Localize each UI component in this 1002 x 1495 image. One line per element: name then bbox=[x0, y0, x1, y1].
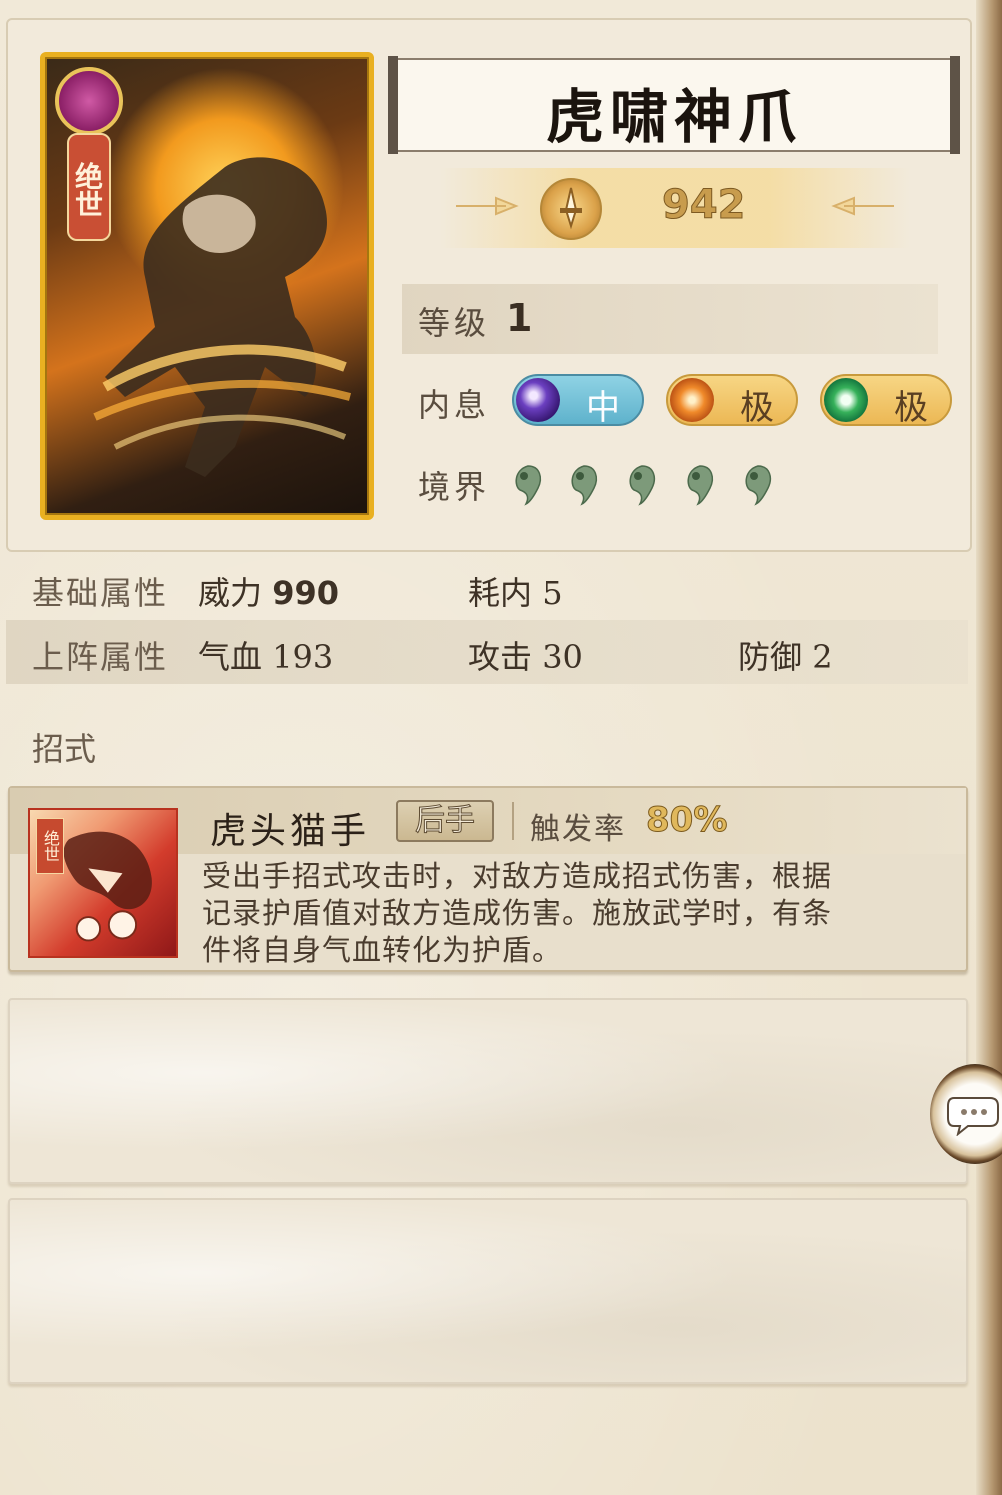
power-row: 942 bbox=[440, 168, 910, 248]
empty-move-slot[interactable] bbox=[8, 998, 968, 1184]
level-label: 等级 bbox=[418, 304, 491, 342]
jade-drop-icon bbox=[687, 465, 713, 506]
skill-card[interactable]: 绝世 bbox=[40, 52, 374, 520]
level-value: 1 bbox=[506, 296, 533, 340]
battle-attributes-row: 上阵属性 气血 193 攻击 30 防御 2 bbox=[6, 620, 968, 684]
power-value: 942 bbox=[662, 182, 746, 229]
slot-grade: 中 bbox=[586, 388, 620, 428]
battle-attributes-label: 上阵属性 bbox=[32, 638, 169, 676]
jade-drop-icon bbox=[745, 465, 771, 506]
purple-moon-orb-icon bbox=[516, 378, 560, 422]
trigger-rate-label: 触发率 bbox=[530, 812, 626, 847]
move-icon: 绝世 bbox=[28, 808, 178, 958]
tier-fist-icon bbox=[55, 67, 123, 135]
slot-grade: 极 bbox=[894, 388, 928, 428]
skill-name: 虎啸神爪 bbox=[545, 83, 802, 151]
move-type-badge: 后手 bbox=[396, 800, 494, 842]
slot-grade: 极 bbox=[740, 388, 774, 428]
base-attributes-label: 基础属性 bbox=[32, 574, 169, 612]
inner-breath-label: 内息 bbox=[418, 386, 491, 424]
move-description: 受出手招式攻击时，对敌方造成招式伤害，根据记录护盾值对敌方造成伤害。施放武学时，… bbox=[202, 859, 833, 967]
level-row: 等级 1 bbox=[402, 284, 938, 354]
empty-move-slot[interactable] bbox=[8, 1198, 968, 1384]
realm-row: 境界 bbox=[402, 448, 938, 518]
attr-attack: 攻击 30 bbox=[468, 632, 583, 678]
attr-name: 气血 bbox=[198, 638, 263, 676]
attr-value: 2 bbox=[812, 638, 833, 676]
green-ring-orb-icon bbox=[824, 378, 868, 422]
inner-breath-slot-2[interactable]: 极 bbox=[666, 374, 798, 428]
attr-value: 193 bbox=[272, 638, 334, 676]
attr-name: 攻击 bbox=[468, 638, 533, 676]
attr-value: 5 bbox=[542, 574, 563, 612]
inner-breath-slot-3[interactable]: 极 bbox=[820, 374, 952, 428]
attr-value: 990 bbox=[272, 574, 339, 612]
moves-section-title: 招式 bbox=[32, 730, 97, 768]
jade-drop-icon bbox=[629, 465, 655, 506]
wing-right-icon bbox=[831, 196, 894, 216]
attr-value: 30 bbox=[542, 638, 583, 676]
attr-defense: 防御 2 bbox=[738, 632, 833, 678]
base-attributes-row: 基础属性 威力 990 耗内 5 bbox=[6, 556, 968, 620]
orange-sun-orb-icon bbox=[670, 378, 714, 422]
jade-drop-icon bbox=[515, 465, 541, 506]
attr-name: 威力 bbox=[198, 574, 263, 612]
martial-artist-illustration bbox=[93, 157, 352, 478]
sword-medal-icon bbox=[540, 178, 602, 240]
move-icon-tier: 绝世 bbox=[36, 818, 64, 874]
realm-label: 境界 bbox=[418, 468, 491, 506]
trigger-rate-value: 80% bbox=[645, 800, 728, 841]
inner-breath-slot-1[interactable]: 中 bbox=[512, 374, 644, 428]
inner-breath-row: 内息 中 极 极 bbox=[402, 366, 952, 436]
jade-drop-icon bbox=[571, 465, 597, 506]
move-name: 虎头猫手 bbox=[210, 811, 371, 852]
attr-hp: 气血 193 bbox=[198, 632, 333, 678]
move-card[interactable]: 绝世 虎头猫手 后手 触发率 80% 受出手招式攻击时，对敌方造成招式伤害，根据… bbox=[8, 786, 968, 972]
attr-power: 威力 990 bbox=[198, 568, 339, 614]
card-tier-tag: 绝世 bbox=[67, 133, 111, 241]
attr-name: 耗内 bbox=[468, 574, 533, 612]
attr-cost: 耗内 5 bbox=[468, 568, 563, 614]
chat-bubble-icon bbox=[947, 1097, 999, 1136]
skill-title-frame: 虎啸神爪 bbox=[388, 56, 960, 154]
divider bbox=[512, 802, 514, 840]
wing-left-icon bbox=[456, 196, 519, 216]
attr-name: 防御 bbox=[738, 638, 803, 676]
panel-edge bbox=[976, 0, 1002, 1495]
